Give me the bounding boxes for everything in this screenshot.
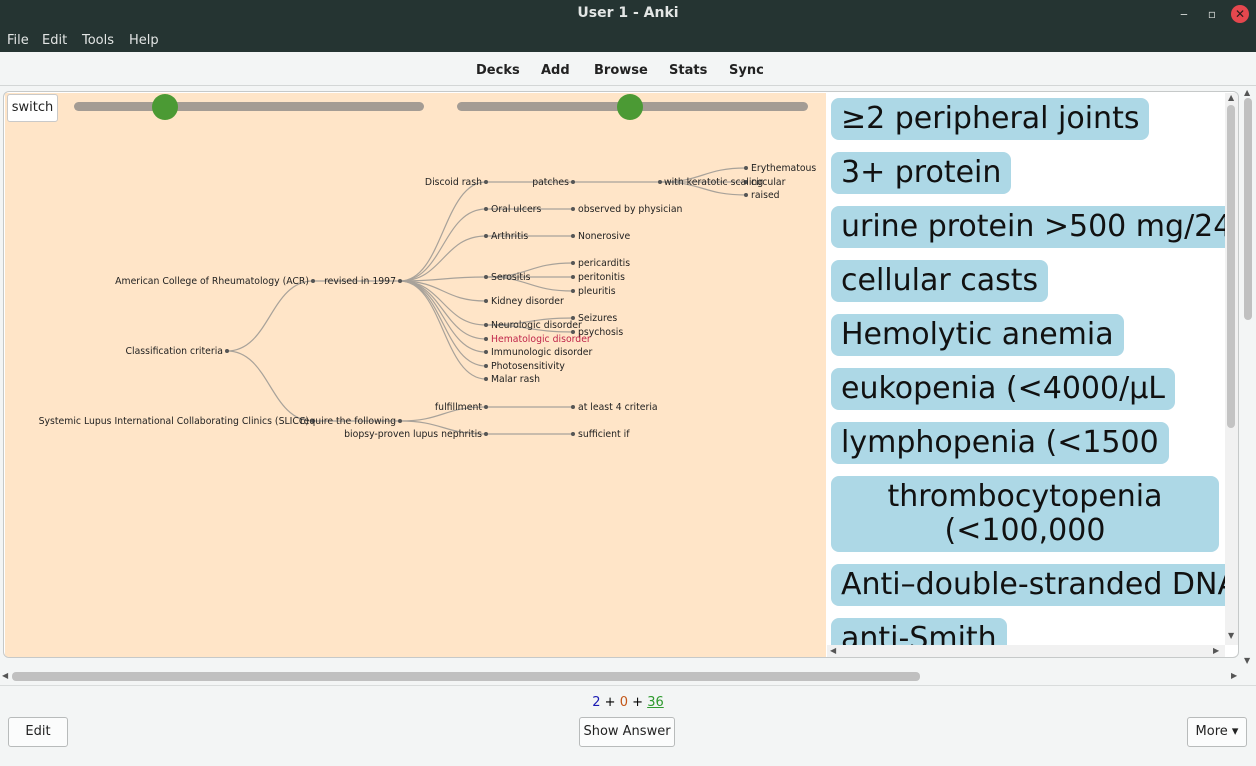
node-discoid-rash[interactable]: Discoid rash [425,177,482,188]
node-photosensitivity[interactable]: Photosensitivity [491,361,565,372]
node-at-least-4-criteria[interactable]: at least 4 criteria [578,402,658,413]
count-separator: + [604,695,616,710]
answer-item[interactable]: Hemolytic anemia [831,314,1124,356]
answer-item[interactable]: lymphopenia (<1500 [831,422,1169,464]
due-counts: 2 + 0 + 36 [0,695,1256,710]
node-raised[interactable]: raised [751,190,780,201]
window-titlebar: User 1 - Anki ‒ ▫ ✕ [0,0,1256,28]
node-fulfillment[interactable]: fulfillment [435,402,482,413]
scroll-down-icon[interactable]: ▼ [1244,656,1250,665]
node-slicc[interactable]: Systemic Lupus International Collaborati… [39,416,309,427]
node-require-following[interactable]: require the following [300,416,396,427]
node-observed-by-physician[interactable]: observed by physician [578,204,683,215]
scrollbar-thumb[interactable] [12,672,920,681]
toolbar-browse[interactable]: Browse [594,63,648,78]
node-patches[interactable]: patches [532,177,569,188]
node-malar-rash[interactable]: Malar rash [491,374,540,385]
close-icon[interactable]: ✕ [1231,5,1249,23]
edit-button[interactable]: Edit [8,717,68,747]
toolbar-stats[interactable]: Stats [669,63,707,78]
new-count: 2 [592,695,601,710]
node-acr[interactable]: American College of Rheumatology (ACR) [115,276,309,287]
node-revised-1997[interactable]: revised in 1997 [324,276,396,287]
scroll-left-icon[interactable]: ◀ [830,646,836,655]
node-circular[interactable]: circular [751,177,786,188]
window-title: User 1 - Anki [577,5,679,21]
node-pleuritis[interactable]: pleuritis [578,286,616,297]
menu-file[interactable]: File [7,33,29,48]
mindmap-svg: Classification criteria American College… [39,163,817,440]
answer-list-hscrollbar[interactable]: ◀ ▶ [827,645,1225,657]
menu-edit[interactable]: Edit [42,33,67,48]
answer-list-scrollbar[interactable]: ▲ ▼ [1225,93,1238,645]
menu-bar: File Edit Tools Help [0,28,1256,52]
node-biopsy-proven[interactable]: biopsy-proven lupus nephritis [344,429,482,440]
menu-help[interactable]: Help [129,33,159,48]
show-answer-button[interactable]: Show Answer [579,717,675,747]
node-neurologic-disorder[interactable]: Neurologic disorder [491,320,582,331]
scroll-up-icon[interactable]: ▲ [1244,88,1250,97]
node-erythematous[interactable]: Erythematous [751,163,816,174]
minimize-icon[interactable]: ‒ [1175,5,1193,23]
node-pericarditis[interactable]: pericarditis [578,258,630,269]
answer-item[interactable]: anti-Smith [831,618,1007,645]
main-toolbar: Decks Add Browse Stats Sync [0,52,1256,86]
scrollbar-thumb[interactable] [1244,98,1252,320]
menu-tools[interactable]: Tools [82,33,114,48]
node-classification-criteria[interactable]: Classification criteria [126,346,223,357]
node-oral-ulcers[interactable]: Oral ulcers [491,204,542,215]
answer-item[interactable]: thrombocytopenia (<100,000 [831,476,1219,552]
page-horizontal-scrollbar[interactable]: ◀ ▶ [0,668,1240,684]
answer-item[interactable]: urine protein >500 mg/24 h [831,206,1225,248]
answer-item[interactable]: Anti–double-stranded DNA [831,564,1225,606]
review-bottom-bar: 2 + 0 + 36 Edit Show Answer More ▾ [0,685,1256,766]
node-keratotic-scaling[interactable]: with keratotic scaling [664,177,763,188]
mindmap-panel: switch Classification criteria American … [5,93,826,657]
node-sufficient-if[interactable]: sufficient if [578,429,630,440]
toolbar-add[interactable]: Add [541,63,570,78]
toolbar-sync[interactable]: Sync [729,63,764,78]
page-vertical-scrollbar[interactable]: ▲ ▼ [1240,88,1256,666]
node-seizures[interactable]: Seizures [578,313,617,324]
node-arthritis[interactable]: Arthritis [491,231,528,242]
card-webview: switch Classification criteria American … [3,91,1239,658]
scrollbar-thumb[interactable] [1227,105,1235,428]
learn-count: 0 [619,695,628,710]
scroll-right-icon[interactable]: ▶ [1213,646,1219,655]
scroll-left-icon[interactable]: ◀ [2,671,8,680]
node-hematologic-disorder[interactable]: Hematologic disorder [491,334,591,345]
scroll-down-icon[interactable]: ▼ [1228,631,1234,640]
scroll-up-icon[interactable]: ▲ [1228,93,1234,102]
answer-item[interactable]: cellular casts [831,260,1049,302]
answer-item[interactable]: ≥2 peripheral joints [831,98,1150,140]
scroll-right-icon[interactable]: ▶ [1231,671,1237,680]
review-count: 36 [647,695,664,710]
answer-item[interactable]: eukopenia (<4000/μL [831,368,1175,410]
count-separator: + [632,695,644,710]
node-nonerosive[interactable]: Nonerosive [578,231,630,242]
node-peritonitis[interactable]: peritonitis [578,272,625,283]
restore-icon[interactable]: ▫ [1203,5,1221,23]
more-button[interactable]: More ▾ [1187,717,1247,747]
answer-item[interactable]: 3+ protein [831,152,1012,194]
toolbar-decks[interactable]: Decks [476,63,520,78]
answer-list-panel: ≥2 peripheral joints 3+ protein urine pr… [827,93,1225,645]
node-kidney-disorder[interactable]: Kidney disorder [491,296,564,307]
node-serositis[interactable]: Serositis [491,272,531,283]
node-immunologic-disorder[interactable]: Immunologic disorder [491,347,592,358]
